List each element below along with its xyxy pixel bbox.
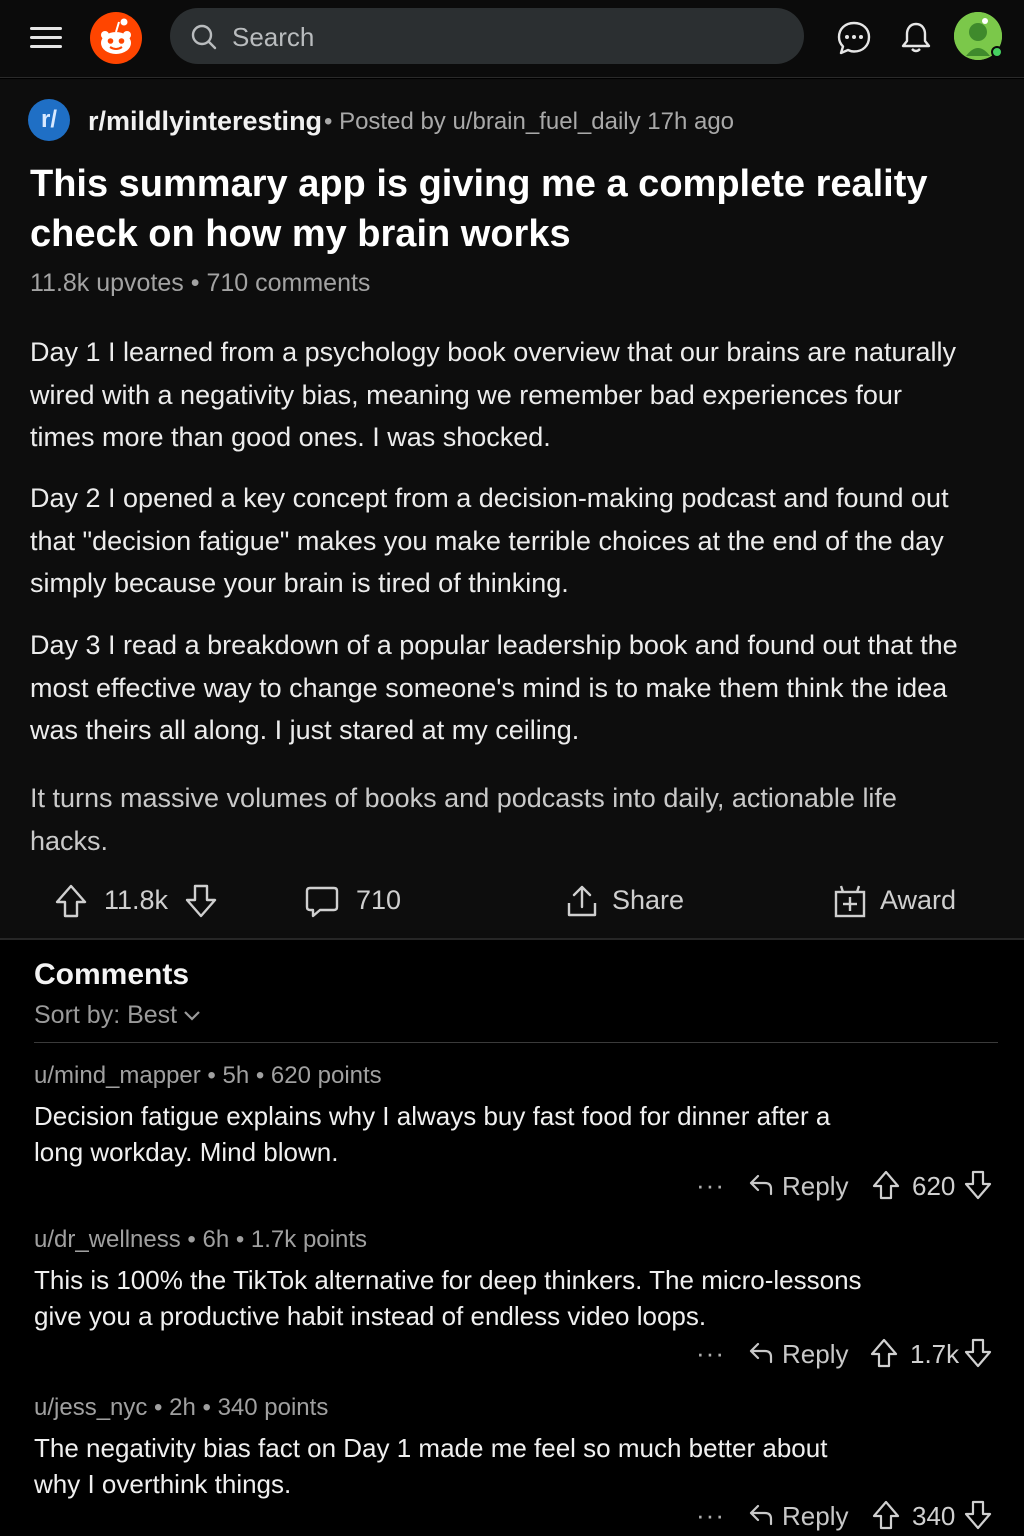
reply-icon	[749, 1504, 773, 1526]
award-button[interactable]: Award	[832, 879, 962, 923]
search-placeholder: Search	[232, 22, 315, 52]
search-icon	[191, 24, 217, 50]
reddit-logo[interactable]	[90, 12, 142, 64]
comment-meta: u/mind_mapper • 5h • 620 points	[34, 1062, 382, 1089]
comment-actions: ··· Reply 1.7k	[0, 1336, 1024, 1376]
post-card: r/ r/mildlyinteresting • Posted by u/bra…	[0, 79, 1024, 939]
posted-by: • Posted by u/brain_fuel_daily 17h ago	[324, 108, 735, 135]
post-stats: 11.8k upvotes • 710 comments	[30, 269, 371, 297]
comment-score: 340	[912, 1501, 956, 1531]
more-options-icon[interactable]: ···	[696, 1170, 725, 1201]
post-paragraph: It turns massive volumes of books and po…	[30, 783, 897, 856]
comment-score: 1.7k	[910, 1339, 960, 1369]
top-bar: Search	[0, 0, 1024, 78]
reply-icon	[749, 1342, 773, 1364]
comment-icon	[305, 886, 339, 918]
comment: u/jess_nyc • 2h • 340 points The negativ…	[0, 1394, 1024, 1536]
online-status-dot	[991, 46, 1003, 58]
post-paragraph: Day 3 I read a breakdown of a popular le…	[30, 630, 958, 745]
comment: u/mind_mapper • 5h • 620 points Decision…	[0, 1062, 1024, 1212]
post-paragraph: Day 1 I learned from a psychology book o…	[30, 337, 956, 452]
comment-meta: u/jess_nyc • 2h • 340 points	[34, 1394, 329, 1421]
comment-downvote-icon[interactable]	[964, 1170, 992, 1205]
comment-actions: ··· Reply 340	[0, 1498, 1024, 1536]
comment-downvote-icon[interactable]	[964, 1338, 992, 1373]
comment-score: 620	[912, 1171, 956, 1201]
more-options-icon[interactable]: ···	[696, 1500, 725, 1531]
comments-divider	[34, 1042, 998, 1043]
chat-icon[interactable]	[834, 18, 874, 58]
upvote-icon[interactable]	[54, 879, 88, 923]
comment-upvote-icon[interactable]	[870, 1338, 898, 1373]
bell-icon[interactable]	[896, 18, 936, 58]
post-title[interactable]: This summary app is giving me a complete…	[30, 159, 990, 259]
comment-actions: ··· Reply 620	[0, 1168, 1024, 1208]
more-options-icon[interactable]: ···	[696, 1338, 725, 1369]
award-icon	[834, 885, 866, 918]
search-bar[interactable]: Search	[170, 8, 804, 64]
comments-heading: Comments	[34, 958, 190, 991]
subreddit-icon[interactable]: r/	[28, 99, 70, 141]
comment-body: Decision fatigue explains why I always b…	[34, 1101, 831, 1167]
share-button[interactable]: Share	[564, 879, 684, 923]
post-paragraph: Day 2 I opened a key concept from a deci…	[30, 483, 949, 598]
comment: u/dr_wellness • 6h • 1.7k points This is…	[0, 1226, 1024, 1376]
sort-label: Sort by: Best	[34, 1001, 178, 1029]
menu-icon[interactable]	[28, 22, 64, 54]
comment-meta: u/dr_wellness • 6h • 1.7k points	[34, 1226, 367, 1253]
section-divider	[0, 938, 1024, 940]
downvote-icon[interactable]	[184, 879, 218, 923]
reply-icon	[749, 1174, 773, 1196]
sort-dropdown[interactable]: Sort by: Best	[34, 1001, 201, 1030]
avatar[interactable]	[954, 12, 1003, 60]
post-header: r/ r/mildlyinteresting • Posted by u/bra…	[28, 99, 1008, 143]
comments-button[interactable]: 710	[304, 879, 414, 923]
post-actions: 11.8k 710 Share Award	[0, 879, 1024, 923]
comment-body: This is 100% the TikTok alternative for …	[34, 1265, 862, 1331]
comment-body: The negativity bias fact on Day 1 made m…	[34, 1433, 828, 1499]
subreddit-name[interactable]: r/mildlyinteresting	[88, 106, 322, 137]
comment-downvote-icon[interactable]	[964, 1500, 992, 1535]
comment-upvote-icon[interactable]	[872, 1170, 900, 1205]
comment-upvote-icon[interactable]	[872, 1500, 900, 1535]
chevron-down-icon	[184, 1011, 200, 1021]
share-icon	[567, 885, 597, 917]
